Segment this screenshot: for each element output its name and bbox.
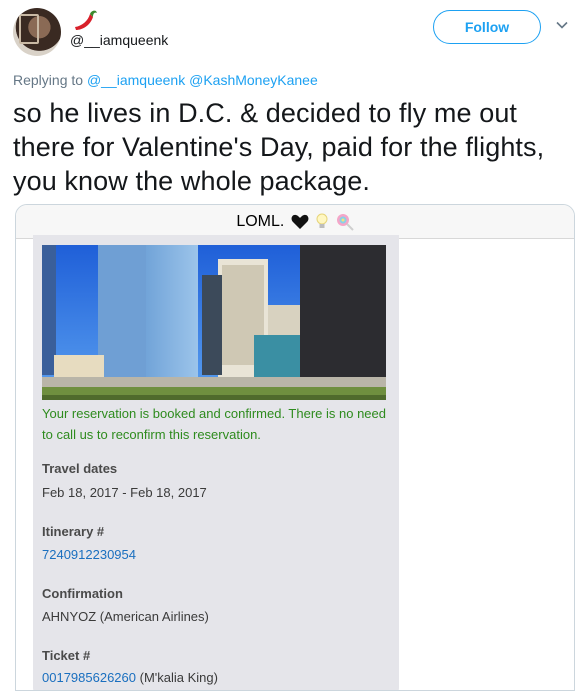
message-header: LOML. bbox=[16, 205, 574, 239]
avatar[interactable] bbox=[13, 8, 61, 56]
mention-link[interactable]: @__iamqueenk bbox=[87, 72, 185, 88]
user-handle[interactable]: @__iamqueenk bbox=[70, 32, 168, 48]
replying-to: Replying to @__iamqueenk @KashMoneyKanee bbox=[13, 72, 318, 88]
tweet-header: @__iamqueenk Follow bbox=[0, 0, 587, 70]
ticket-passenger-name: (M'kalia King) bbox=[136, 670, 218, 685]
travel-dates-value: Feb 18, 2017 - Feb 18, 2017 bbox=[42, 485, 207, 500]
tweet-text: so he lives in D.C. & decided to fly me … bbox=[13, 98, 545, 196]
confirmation-value: AHNYOZ (American Airlines) bbox=[42, 609, 209, 624]
follow-button[interactable]: Follow bbox=[433, 10, 541, 44]
reservation-confirmed-text: Your reservation is booked and confirmed… bbox=[42, 406, 386, 442]
city-skyline-image bbox=[42, 245, 386, 400]
ticket-value: 0017985626260 (M'kalia King) bbox=[42, 670, 218, 685]
confirmation-label: Confirmation bbox=[42, 586, 123, 601]
itinerary-label: Itinerary # bbox=[42, 524, 105, 539]
replying-to-label: Replying to bbox=[13, 72, 84, 88]
black-heart-icon bbox=[291, 214, 309, 229]
chili-pepper-emoji-icon bbox=[75, 10, 97, 30]
contact-name: LOML. bbox=[16, 213, 574, 231]
light-bulb-icon bbox=[316, 213, 328, 228]
lollipop-icon bbox=[336, 214, 354, 231]
ticket-number-link[interactable]: 0017985626260 bbox=[42, 670, 136, 685]
chevron-down-icon[interactable] bbox=[555, 18, 569, 32]
tweet-media-screenshot[interactable]: LOML. Your reservation is booked and con… bbox=[15, 204, 575, 691]
mention-link[interactable]: @KashMoneyKanee bbox=[189, 72, 318, 88]
travel-dates-label: Travel dates bbox=[42, 461, 118, 476]
ticket-label: Ticket # bbox=[42, 648, 91, 663]
contact-name-text: LOML. bbox=[236, 213, 285, 231]
itinerary-number-link[interactable]: 7240912230954 bbox=[42, 547, 136, 562]
